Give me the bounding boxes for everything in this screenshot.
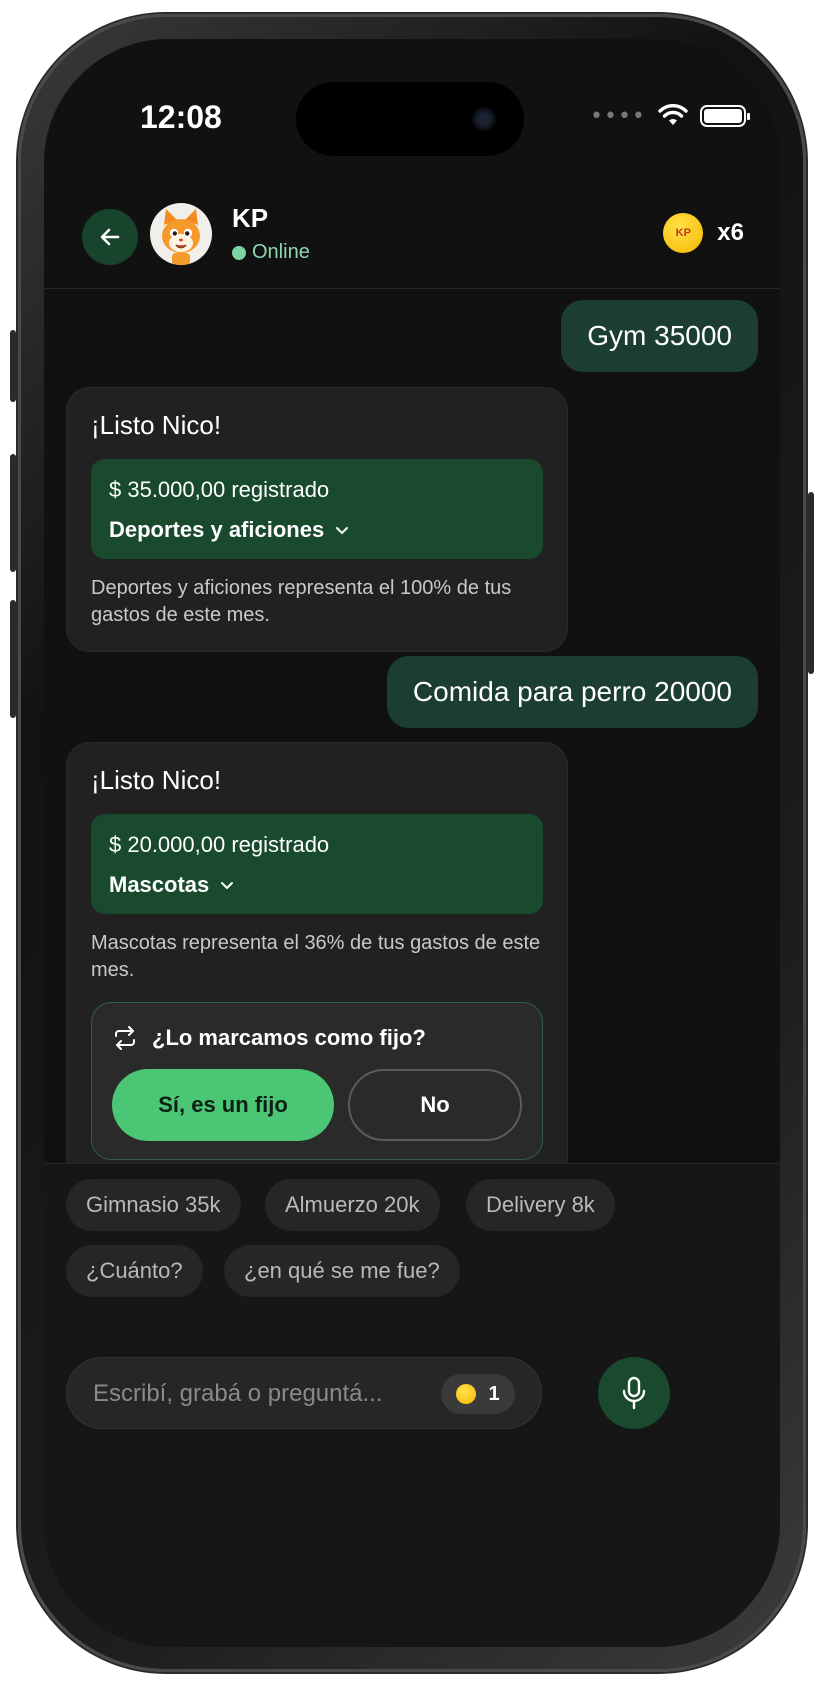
camera-icon — [472, 107, 496, 131]
input-coin-count: 1 — [488, 1382, 500, 1405]
input-placeholder: Escribí, grabá o preguntá... — [93, 1380, 383, 1407]
user-message: Comida para perro 20000 — [386, 656, 758, 728]
status-text: Online — [252, 241, 310, 263]
chevron-down-icon — [336, 527, 349, 535]
power-button — [808, 492, 814, 674]
kp-coin-icon: KP — [663, 213, 704, 253]
wifi-icon — [658, 104, 688, 125]
microphone-button[interactable] — [598, 1357, 670, 1429]
fixed-answer-buttons: Sí, es un fijo No — [112, 1069, 522, 1141]
coin-count: x6 — [717, 219, 744, 246]
no-button[interactable]: No — [348, 1069, 522, 1141]
quick-reply-chip[interactable]: Delivery 8k — [466, 1179, 615, 1231]
dynamic-island — [296, 82, 524, 156]
cat-mascot-icon — [162, 209, 200, 265]
user-message: Gym 35000 — [561, 300, 758, 372]
category-selector[interactable]: Deportes y aficiones — [109, 517, 525, 543]
arrow-left-icon — [100, 228, 120, 246]
volume-up-button — [10, 454, 16, 572]
registered-expense-card: $ 20.000,00 registrado Mascotas — [91, 814, 543, 914]
expense-percentage-note: Deportes y aficiones representa el 100% … — [91, 577, 512, 626]
registered-amount: $ 35.000,00 registrado — [109, 477, 330, 502]
signal-icon: •••• — [590, 103, 646, 129]
phone-frame: 12:08 •••• KP Online KP x6 Gym 35000 ¡Li… — [10, 14, 814, 1672]
status-time: 12:08 — [140, 99, 222, 135]
registered-expense-card: $ 35.000,00 registrado Deportes y aficio… — [91, 459, 543, 559]
quick-reply-chip[interactable]: Almuerzo 20k — [265, 1179, 440, 1231]
volume-down-button — [10, 600, 16, 718]
repeat-icon — [115, 1026, 135, 1050]
input-coin-cost: 1 — [441, 1374, 515, 1414]
category-selector[interactable]: Mascotas — [109, 872, 525, 898]
microphone-icon — [622, 1376, 646, 1410]
back-button[interactable] — [82, 209, 138, 265]
fixed-expense-prompt: ¿Lo marcamos como fijo? Sí, es un fijo N… — [91, 1002, 543, 1160]
bot-message: ¡Listo Nico! $ 20.000,00 registrado Masc… — [66, 742, 568, 1183]
online-status: Online — [232, 241, 310, 264]
bot-message-title: ¡Listo Nico! — [91, 410, 222, 440]
quick-reply-chip[interactable]: Gimnasio 35k — [66, 1179, 241, 1231]
app-screen: 12:08 •••• KP Online KP x6 Gym 35000 ¡Li… — [44, 39, 780, 1647]
battery-icon — [699, 105, 750, 127]
action-button — [10, 330, 16, 402]
online-dot-icon — [232, 245, 246, 260]
kp-coin-icon — [456, 1384, 477, 1404]
registered-amount: $ 20.000,00 registrado — [109, 832, 330, 857]
category-label: Mascotas — [109, 872, 210, 897]
quick-reply-chip[interactable]: ¿en qué se me fue? — [224, 1245, 460, 1297]
yes-fixed-button[interactable]: Sí, es un fijo — [112, 1069, 334, 1141]
status-icons: •••• — [590, 101, 750, 131]
fixed-question-text: ¿Lo marcamos como fijo? — [152, 1025, 426, 1050]
coin-balance[interactable]: KP x6 — [663, 213, 744, 253]
avatar[interactable] — [150, 203, 212, 265]
contact-name: KP — [232, 203, 269, 233]
category-label: Deportes y aficiones — [109, 517, 325, 542]
fixed-question: ¿Lo marcamos como fijo? — [112, 1025, 522, 1051]
expense-percentage-note: Mascotas representa el 36% de tus gastos… — [91, 932, 541, 981]
bot-message-title: ¡Listo Nico! — [91, 765, 222, 795]
bot-message: ¡Listo Nico! $ 35.000,00 registrado Depo… — [66, 387, 568, 652]
message-input[interactable]: Escribí, grabá o preguntá... 1 — [66, 1357, 542, 1429]
chevron-down-icon — [221, 882, 234, 890]
chat-messages: Gym 35000 ¡Listo Nico! $ 35.000,00 regis… — [44, 290, 780, 1198]
quick-reply-chip[interactable]: ¿Cuánto? — [66, 1245, 203, 1297]
chat-header: KP Online KP x6 — [44, 179, 780, 289]
